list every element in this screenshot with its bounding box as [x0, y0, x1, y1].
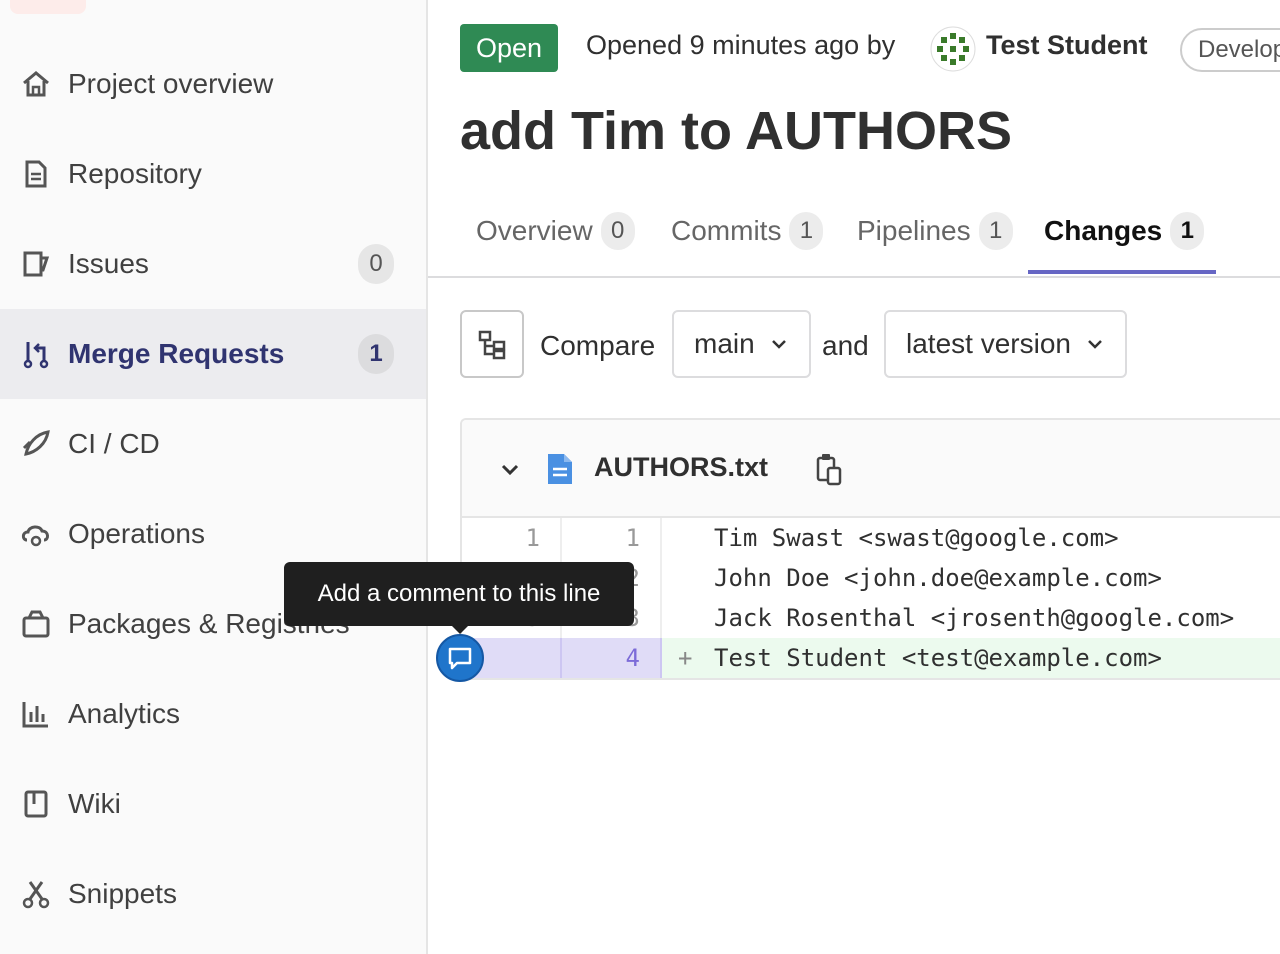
- tab-label: Commits: [671, 215, 782, 246]
- sidebar-item-label: Analytics: [68, 698, 181, 729]
- tab-label: Changes: [1044, 215, 1163, 246]
- diff-line[interactable]: 1 1 Tim Swast <swast@google.com>: [462, 518, 1280, 558]
- sidebar-item-ci-cd[interactable]: CI / CD: [0, 399, 426, 489]
- tab-commits[interactable]: Commits 1: [671, 186, 824, 276]
- sidebar-item-label: Wiki: [68, 788, 121, 819]
- tab-label: Overview: [476, 215, 593, 246]
- sidebar-item-project-overview[interactable]: Project overview: [0, 39, 426, 129]
- page-title: add Tim to AUTHORS: [460, 101, 1012, 161]
- sidebar-item-label: Repository: [68, 158, 202, 189]
- tooltip: Add a comment to this line: [284, 562, 634, 626]
- chart-icon: [20, 698, 52, 730]
- issues-count-badge: 0: [358, 244, 394, 284]
- tab-count: 1: [789, 212, 824, 250]
- scissors-icon: [20, 878, 52, 910]
- opened-text: Opened 9 minutes ago by: [586, 30, 896, 60]
- line-code: Tim Swast <swast@google.com>: [714, 524, 1119, 552]
- sidebar-item-analytics[interactable]: Analytics: [0, 669, 426, 759]
- sidebar-item-repository[interactable]: Repository: [0, 129, 426, 219]
- role-badge: Developer: [1180, 28, 1280, 72]
- status-badge: Open: [460, 24, 559, 72]
- line-code: Jack Rosenthal <jrosenth@google.com>: [714, 604, 1235, 632]
- head-version-dropdown[interactable]: latest version: [884, 310, 1127, 378]
- active-tab-indicator: [1028, 270, 1216, 274]
- file-name[interactable]: AUTHORS.txt: [594, 452, 768, 483]
- main-content: Open Opened 9 minutes ago by Test Studen…: [428, 0, 1280, 954]
- tab-label: Pipelines: [857, 215, 971, 246]
- tab-overview[interactable]: Overview 0: [476, 186, 635, 276]
- diff-file: AUTHORS.txt 1 1 Tim Swast <swast@google.…: [460, 418, 1280, 680]
- base-version-value: main: [694, 328, 755, 359]
- new-line-number[interactable]: 1: [562, 518, 662, 558]
- tab-changes[interactable]: Changes 1: [1044, 186, 1205, 276]
- tab-count: 1: [978, 212, 1013, 250]
- old-line-number[interactable]: 1: [462, 518, 562, 558]
- chevron-down-icon: [1088, 340, 1102, 349]
- sidebar-item-issues[interactable]: Issues 0: [0, 219, 426, 309]
- sidebar-item-label: Operations: [68, 518, 205, 549]
- chevron-down-icon: [771, 340, 786, 349]
- comment-icon: [448, 647, 472, 670]
- avatar[interactable]: [930, 26, 976, 72]
- author-name[interactable]: Test Student: [986, 30, 1148, 61]
- sidebar-item-snippets[interactable]: Snippets: [0, 849, 426, 939]
- home-icon: [20, 68, 52, 100]
- sidebar-item-label: Project overview: [68, 68, 274, 99]
- document-icon: [20, 158, 52, 190]
- merge-requests-count-badge: 1: [358, 334, 394, 374]
- added-marker: +: [678, 644, 693, 672]
- head-version-value: latest version: [906, 328, 1071, 359]
- line-code: Test Student <test@example.com>: [662, 638, 1280, 678]
- sidebar-item-merge-requests[interactable]: Merge Requests 1: [0, 309, 426, 399]
- diff-line-added[interactable]: 4 Test Student <test@example.com> +: [462, 638, 1280, 678]
- merge-request-icon: [20, 338, 52, 370]
- add-comment-button[interactable]: [436, 634, 484, 682]
- and-label: and: [822, 330, 869, 361]
- package-icon: [20, 608, 52, 640]
- file-tree-icon: [478, 330, 506, 360]
- new-line-number[interactable]: 4: [562, 638, 662, 678]
- file-tree-toggle-button[interactable]: [460, 310, 524, 378]
- issues-icon: [20, 248, 52, 280]
- sidebar-top-element[interactable]: [10, 0, 86, 14]
- book-icon: [20, 788, 52, 820]
- sidebar-item-label: Merge Requests: [68, 338, 285, 369]
- file-header: AUTHORS.txt: [462, 420, 1280, 518]
- compare-label: Compare: [540, 330, 656, 361]
- tooltip-arrow: [450, 624, 470, 634]
- tab-count: 0: [600, 212, 635, 250]
- copy-path-icon[interactable]: [814, 452, 842, 486]
- sidebar-item-label: Issues: [68, 248, 149, 279]
- sidebar-item-wiki[interactable]: Wiki: [0, 759, 426, 849]
- tab-pipelines[interactable]: Pipelines 1: [857, 186, 1013, 276]
- cloud-gear-icon: [20, 518, 52, 550]
- file-icon: [548, 454, 572, 484]
- sidebar-item-label: CI / CD: [68, 428, 160, 459]
- base-version-dropdown[interactable]: main: [672, 310, 811, 378]
- sidebar-item-label: Snippets: [68, 878, 177, 909]
- line-code: John Doe <john.doe@example.com>: [714, 564, 1162, 592]
- sidebar: Project overview Repository Issues 0 Mer…: [0, 0, 428, 954]
- mr-tabs: Overview 0 Commits 1 Pipelines 1 Changes…: [428, 186, 1280, 278]
- rocket-icon: [20, 428, 52, 460]
- collapse-chevron-icon[interactable]: [498, 458, 522, 482]
- tab-count: 1: [1170, 212, 1205, 250]
